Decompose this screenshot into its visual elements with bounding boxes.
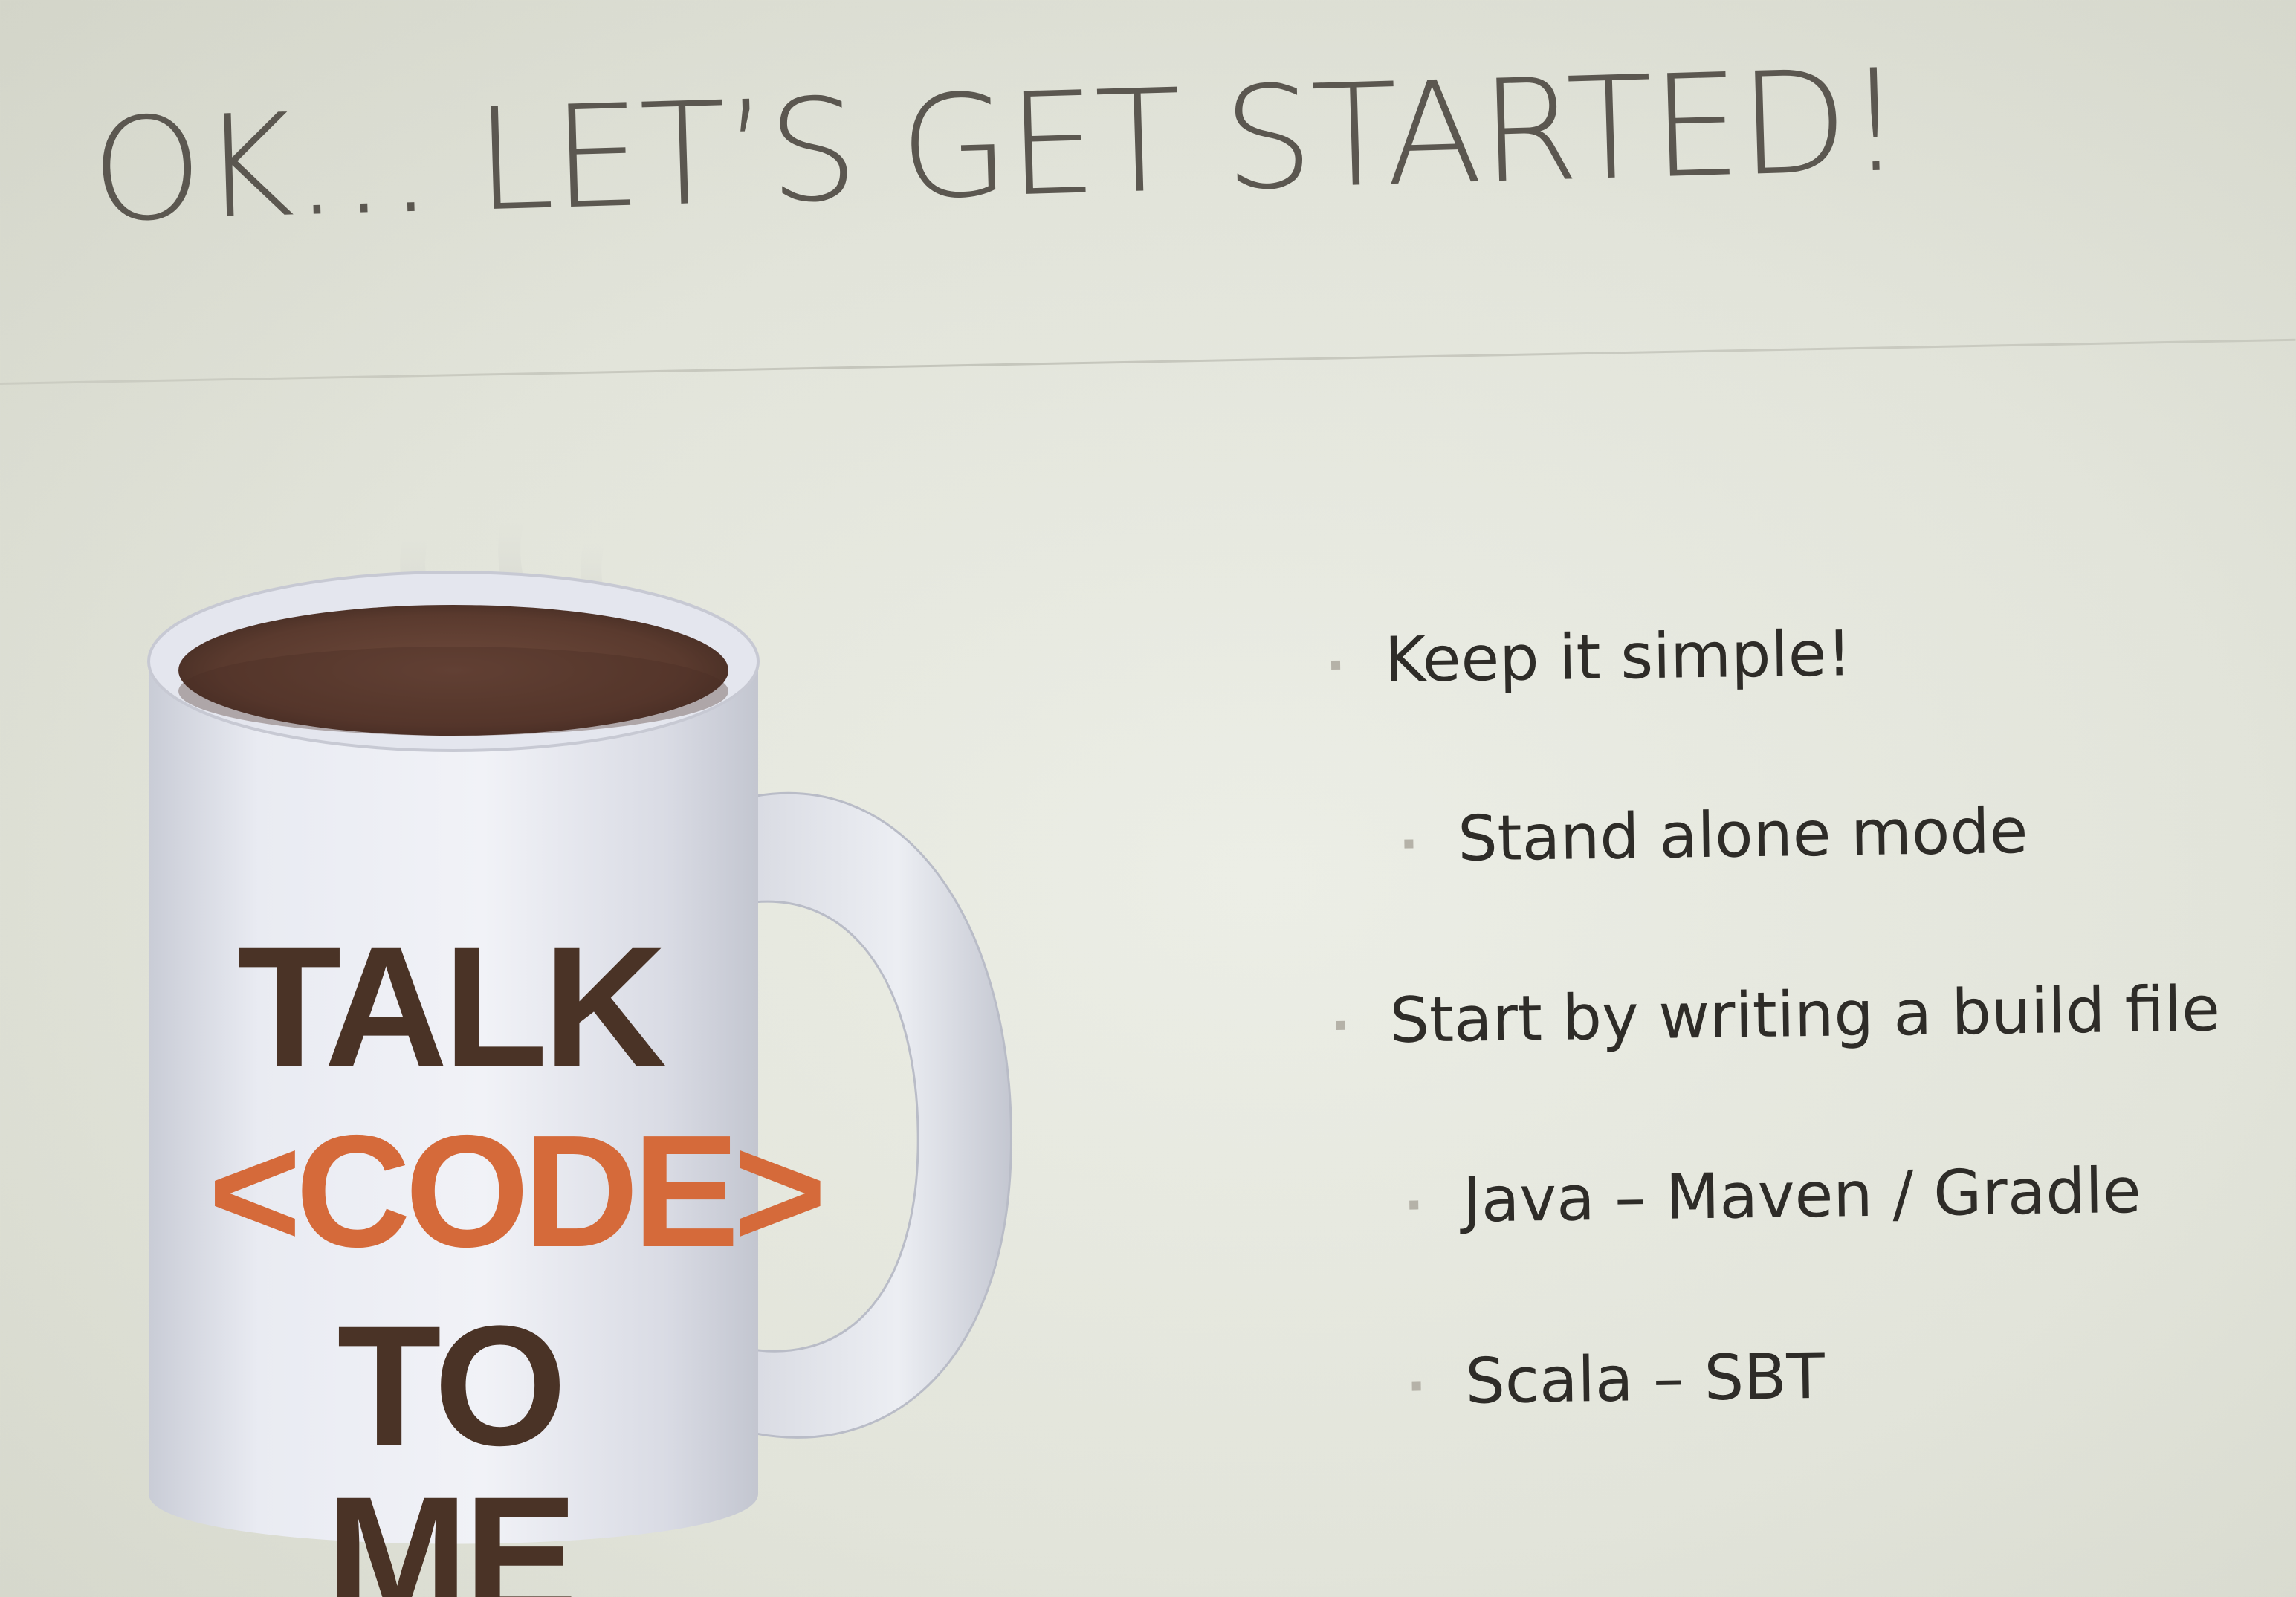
sub-bullet-item: Stand alone mode: [1404, 794, 2028, 876]
sub-bullet-item: Scala – SBT: [1411, 1340, 1826, 1419]
title-divider: [0, 338, 2296, 385]
presentation-slide: OK… LET’S GET STARTED! TALK <CODE> TO ME…: [0, 0, 2296, 1597]
mug-text-talk: TALK: [236, 911, 667, 1102]
sub-bullet-item: Java – Maven / Gradle: [1409, 1154, 2141, 1237]
mug-text-code: <CODE>: [208, 1101, 827, 1280]
bullet-item: Start by writing a build file: [1336, 972, 2220, 1057]
bullet-marker-icon: [1330, 660, 1341, 670]
coffee-mug-image: TALK <CODE> TO ME: [111, 505, 1122, 1597]
bullet-text: Stand alone mode: [1457, 794, 2028, 875]
bullet-text: Start by writing a build file: [1389, 972, 2221, 1057]
bullet-item: Keep it simple!: [1330, 617, 1852, 697]
bullet-marker-icon: [1336, 1020, 1345, 1030]
bullet-marker-icon: [1404, 839, 1414, 849]
bullet-marker-icon: [1409, 1200, 1419, 1210]
bullet-text: Scala – SBT: [1464, 1339, 1826, 1418]
bullet-marker-icon: [1411, 1381, 1421, 1391]
bullet-text: Keep it simple!: [1384, 617, 1852, 696]
bullet-list: Keep it simple! Stand alone mode Start b…: [1330, 597, 2260, 1418]
slide-title: OK… LET’S GET STARTED!: [89, 38, 1904, 253]
mug-text-to-me: TO ME: [326, 1290, 578, 1597]
bullet-text: Java – Maven / Gradle: [1462, 1153, 2142, 1237]
